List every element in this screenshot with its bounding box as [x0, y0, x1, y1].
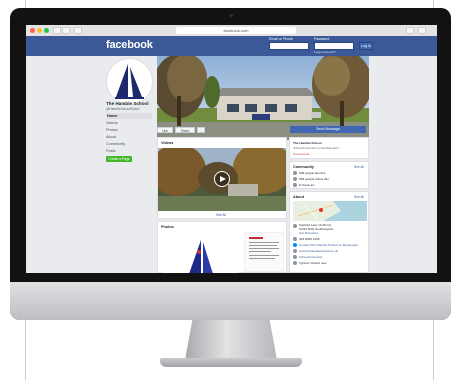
community-follows: 583 people follow this — [299, 177, 329, 181]
clock-icon — [293, 261, 297, 265]
about-card: About See All Satchell Lane (2.09 mi) SO… — [289, 191, 369, 273]
login-button[interactable]: Log In — [359, 42, 373, 50]
nav-community[interactable]: Community — [106, 141, 152, 147]
website-link[interactable]: www.thehambleschool.co.uk — [299, 249, 338, 253]
category-link[interactable]: School/university — [299, 255, 322, 259]
monitor-chin — [10, 282, 451, 320]
nav-home[interactable]: Home — [106, 113, 152, 119]
more-options-button[interactable]: ... — [197, 127, 205, 133]
profile-picture[interactable] — [106, 58, 153, 105]
follow-icon — [293, 177, 297, 181]
sidebar-button[interactable] — [74, 27, 82, 34]
intro-status: Closed now — [293, 152, 310, 156]
phone-icon — [293, 237, 297, 241]
check-in-icon — [293, 183, 297, 187]
photo-thumbnail-2[interactable] — [244, 232, 284, 272]
location-map[interactable] — [293, 201, 367, 221]
map-image — [293, 201, 367, 221]
address-bar[interactable]: facebook.com — [176, 27, 296, 34]
nav-about[interactable]: About — [106, 134, 152, 140]
community-likes: 598 people like this — [299, 171, 326, 175]
videos-title: Videos — [161, 141, 174, 145]
nav-photos[interactable]: Photos — [106, 127, 152, 133]
community-checkins: 8 check-ins — [299, 183, 315, 187]
intro-subtitle: School/university in Southampton — [293, 146, 339, 150]
forward-button[interactable] — [62, 27, 70, 34]
directions-link[interactable]: Get Directions — [299, 231, 319, 235]
create-page-button[interactable]: Create a Page — [106, 156, 132, 162]
send-message-button[interactable]: Send Message — [290, 126, 366, 133]
page-name[interactable]: The Hamble School — [106, 101, 149, 106]
password-label: Password — [314, 37, 330, 41]
zoom-window-icon[interactable] — [44, 28, 49, 33]
nav-videos[interactable]: Videos — [106, 120, 152, 126]
about-see-all[interactable]: See All — [354, 195, 364, 199]
page-handle[interactable]: @HambleSchoolSoton — [106, 107, 139, 111]
photo-thumbnail-1[interactable] — [161, 232, 239, 273]
like-button[interactable]: Like — [157, 127, 173, 133]
community-see-all[interactable]: See All — [354, 165, 364, 169]
close-window-icon[interactable] — [30, 28, 35, 33]
back-button[interactable] — [53, 27, 61, 34]
facebook-header: facebook Email or Phone Password Log In … — [26, 36, 437, 56]
globe-icon — [293, 249, 297, 253]
messenger-icon — [293, 243, 297, 247]
minimize-window-icon[interactable] — [37, 28, 42, 33]
video-thumbnail[interactable] — [158, 148, 286, 211]
sailboat-photo — [189, 240, 213, 273]
monitor-stand — [185, 320, 277, 360]
messenger-link[interactable]: Contact The Hamble School on Messenger — [299, 243, 358, 247]
intro-card: The Hamble School School/university in S… — [289, 137, 369, 159]
screen: facebook.com facebook Email or Phone Pas… — [26, 25, 437, 273]
location-icon — [293, 224, 297, 228]
email-label: Email or Phone — [269, 37, 293, 41]
camera-icon — [230, 14, 233, 17]
new-tab-button[interactable] — [418, 27, 426, 34]
category-icon — [293, 255, 297, 259]
sailboat-logo-icon — [107, 59, 152, 104]
videos-see-all[interactable]: See All — [216, 213, 226, 217]
monitor-base — [160, 358, 302, 367]
phone-number: 023 8045 2105 — [299, 237, 320, 241]
photos-card: Photos — [157, 221, 287, 273]
play-icon[interactable] — [214, 171, 230, 187]
community-title: Community — [293, 165, 314, 169]
hours-text: Typical: Closed now — [299, 261, 327, 265]
about-title: About — [293, 195, 304, 199]
map-pin-icon — [319, 208, 323, 212]
photos-title: Photos — [161, 225, 174, 229]
share-page-button[interactable]: Share — [175, 127, 195, 133]
share-button[interactable] — [406, 27, 414, 34]
nav-posts[interactable]: Posts — [106, 148, 152, 154]
intro-title: The Hamble School — [293, 141, 322, 145]
videos-card: Videos See All — [157, 137, 287, 219]
password-field[interactable] — [314, 42, 354, 50]
forgot-account-link[interactable]: Forgot account? — [314, 50, 336, 54]
email-field[interactable] — [269, 42, 309, 50]
community-card: Community See All 598 people like this 5… — [289, 161, 369, 189]
thumbs-up-icon — [293, 171, 297, 175]
document-photo — [249, 237, 279, 259]
facebook-logo[interactable]: facebook — [106, 39, 153, 51]
